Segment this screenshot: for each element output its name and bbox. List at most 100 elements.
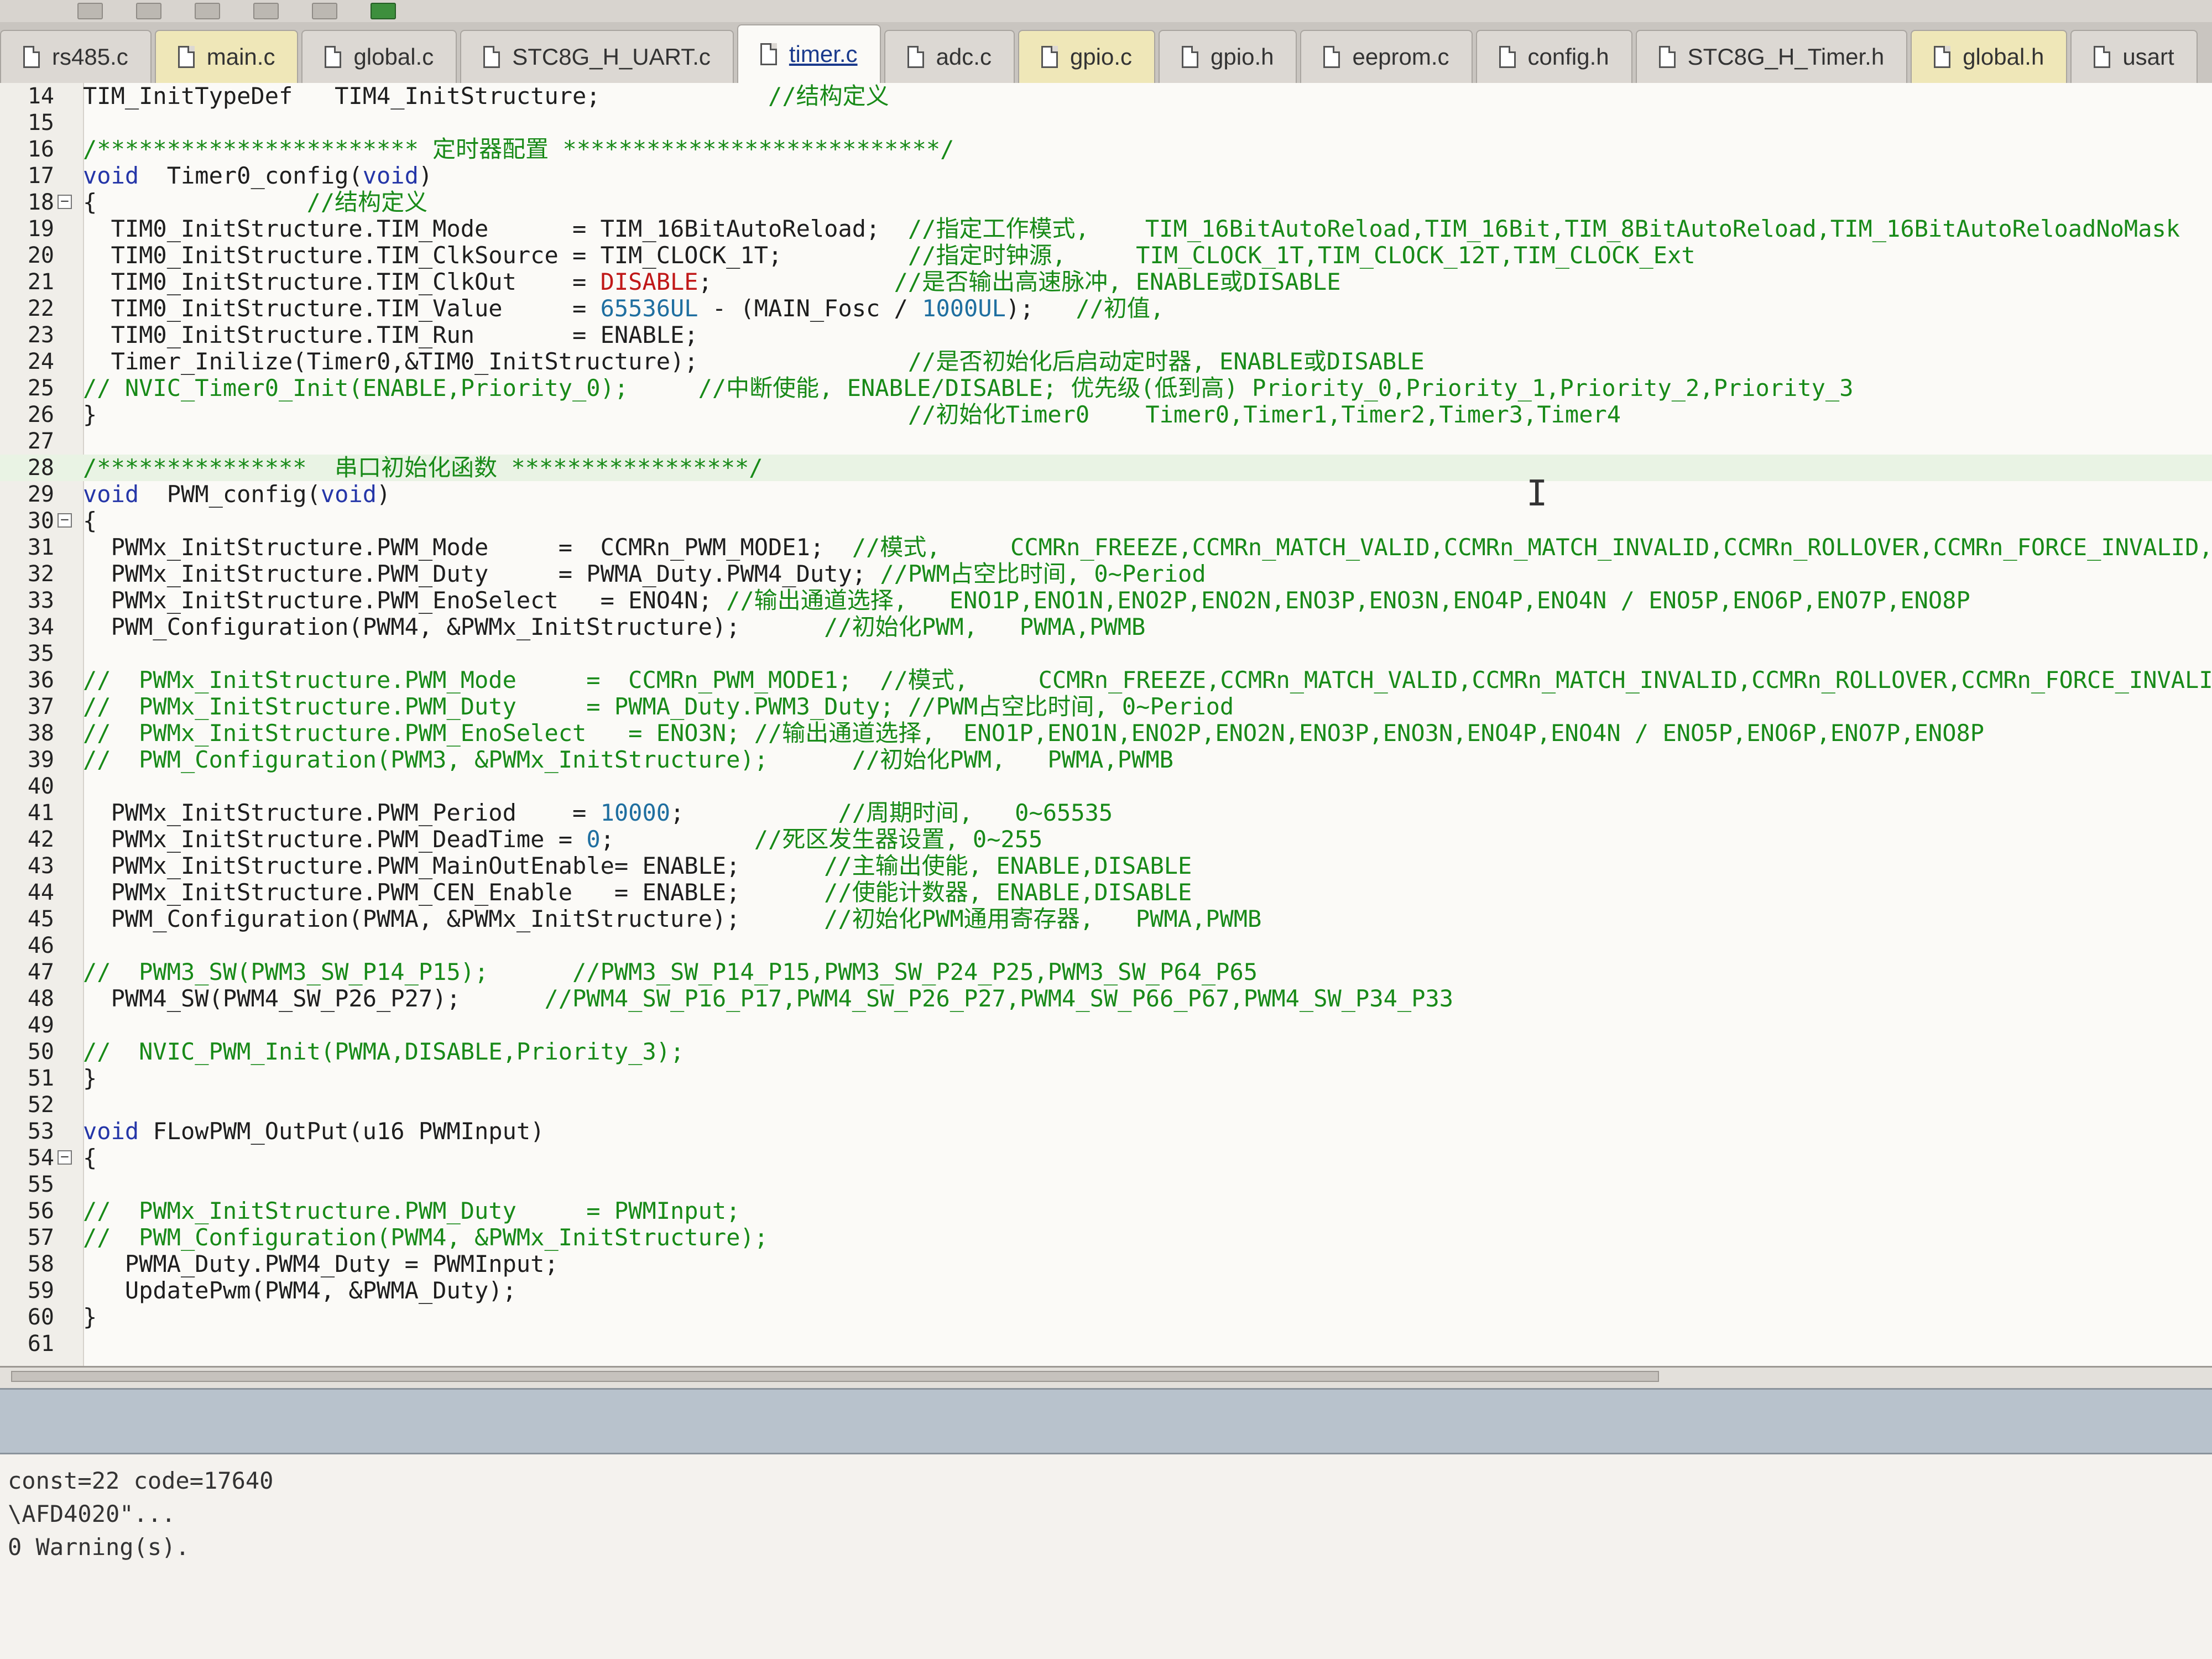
code-line[interactable]: 29 void PWM_config(void) [0, 481, 2212, 508]
code-line[interactable]: 53 void FLowPWM_OutPut(u16 PWMInput) [0, 1118, 2212, 1145]
toolbar-button-icon[interactable] [312, 3, 337, 19]
code-line[interactable]: 41 PWMx_InitStructure.PWM_Period = 10000… [0, 800, 2212, 826]
code-line[interactable]: 44 PWMx_InitStructure.PWM_CEN_Enable = E… [0, 879, 2212, 906]
code-token: ); [1005, 295, 1076, 322]
code-line[interactable]: 40 [0, 773, 2212, 800]
code-line[interactable]: 51} [0, 1065, 2212, 1092]
build-icon[interactable] [371, 3, 396, 19]
fold-toggle-icon[interactable]: − [58, 194, 72, 209]
tab-file[interactable]: eeprom.c [1300, 30, 1473, 83]
code-token: //指定工作模式, TIM_16BitAutoReload,TIM_16Bit,… [907, 215, 2180, 242]
code-line[interactable]: 28 /*************** 串口初始化函数 *************… [0, 455, 2212, 481]
code-line[interactable]: 50 // NVIC_PWM_Init(PWMA,DISABLE,Priority… [0, 1039, 2212, 1065]
code-text: { [83, 508, 97, 534]
code-line[interactable]: 45 PWM_Configuration(PWMA, &PWMx_InitStr… [0, 906, 2212, 932]
toolbar-button-icon[interactable] [195, 3, 220, 19]
tab-file[interactable]: main.c [154, 30, 299, 83]
code-token: void [362, 162, 419, 189]
code-line[interactable]: 54−{ [0, 1145, 2212, 1171]
fold-toggle-icon[interactable]: − [58, 1150, 72, 1165]
line-number: 29 [27, 482, 54, 507]
line-number: 40 [27, 774, 54, 799]
code-token: void [83, 481, 139, 508]
code-line[interactable]: 52 [0, 1092, 2212, 1118]
code-line[interactable]: 38 // PWMx_InitStructure.PWM_EnoSelect = … [0, 720, 2212, 747]
tab-file[interactable]: timer.c [737, 24, 881, 83]
code-line[interactable]: 31 PWMx_InitStructure.PWM_Mode = CCMRn_P… [0, 534, 2212, 561]
code-text: PWM_Configuration(PWM4, &PWMx_InitStruct… [83, 613, 1146, 640]
code-line[interactable]: 56 // PWMx_InitStructure.PWM_Duty = PWMIn… [0, 1198, 2212, 1224]
line-number: 56 [27, 1198, 54, 1224]
tab-file[interactable]: gpio.c [1018, 30, 1156, 83]
tab-file[interactable]: config.h [1475, 30, 1632, 83]
code-line[interactable]: 58 PWMA_Duty.PWM4_Duty = PWMInput; [0, 1251, 2212, 1277]
tab-file[interactable]: rs485.c [0, 30, 152, 83]
code-line[interactable]: 55 [0, 1171, 2212, 1198]
code-line[interactable]: 25 // NVIC_Timer0_Init(ENABLE,Priority_0)… [0, 375, 2212, 401]
code-line[interactable]: 17 void Timer0_config(void) [0, 163, 2212, 189]
tab-file[interactable]: usart [2070, 30, 2198, 83]
code-line[interactable]: 35 [0, 640, 2212, 667]
code-line[interactable]: 34 PWM_Configuration(PWM4, &PWMx_InitStr… [0, 614, 2212, 640]
code-line[interactable]: 18−{ //结构定义 [0, 189, 2212, 216]
code-token: //输出通道选择, ENO1P,ENO1N,ENO2P,ENO2N,ENO3P,… [726, 587, 1970, 614]
code-line[interactable]: 15 [0, 109, 2212, 136]
tab-file[interactable]: adc.c [884, 30, 1015, 83]
code-line[interactable]: 46 [0, 932, 2212, 959]
toolbar-button-icon[interactable] [77, 3, 103, 19]
code-line[interactable]: 59 UpdatePwm(PWM4, &PWMA_Duty); [0, 1277, 2212, 1304]
code-token: PWM_config( [139, 481, 321, 508]
code-token: void [83, 162, 139, 189]
tab-file[interactable]: STC8G_H_Timer.h [1635, 30, 1908, 83]
code-line[interactable]: 23 TIM0_InitStructure.TIM_Run = ENABLE; [0, 322, 2212, 348]
scrollbar-thumb[interactable] [11, 1371, 1659, 1382]
line-number: 58 [27, 1251, 54, 1277]
code-line[interactable]: 37 // PWMx_InitStructure.PWM_Duty = PWMA_… [0, 693, 2212, 720]
tab-file[interactable]: STC8G_H_UART.c [460, 30, 734, 83]
code-token: void [320, 481, 377, 508]
code-line[interactable]: 33 PWMx_InitStructure.PWM_EnoSelect = EN… [0, 587, 2212, 614]
code-line[interactable]: 22 TIM0_InitStructure.TIM_Value = 65536U… [0, 295, 2212, 322]
fold-toggle-icon[interactable]: − [58, 513, 72, 528]
code-line[interactable]: 61 [0, 1331, 2212, 1357]
toolbar-button-icon[interactable] [253, 3, 279, 19]
code-line[interactable]: 26} //初始化Timer0 Timer0,Timer1,Timer2,Tim… [0, 401, 2212, 428]
code-line[interactable]: 49 [0, 1012, 2212, 1039]
code-token: //初始化PWM, PWMA,PWMB [824, 613, 1146, 640]
code-token: UpdatePwm(PWM4, &PWMA_Duty); [83, 1277, 517, 1304]
code-line[interactable]: 57 // PWM_Configuration(PWM4, &PWMx_InitS… [0, 1224, 2212, 1251]
code-line[interactable]: 21 TIM0_InitStructure.TIM_ClkOut = DISAB… [0, 269, 2212, 295]
file-icon [1658, 46, 1676, 68]
code-line[interactable]: 32 PWMx_InitStructure.PWM_Duty = PWMA_Du… [0, 561, 2212, 587]
code-line[interactable]: 27 [0, 428, 2212, 455]
line-number: 42 [27, 827, 54, 852]
line-number: 33 [27, 588, 54, 613]
code-line[interactable]: 16 /*********************** 定时器配置 *******… [0, 136, 2212, 163]
code-line[interactable]: 39 // PWM_Configuration(PWM3, &PWMx_InitS… [0, 747, 2212, 773]
horizontal-scrollbar[interactable] [0, 1366, 2212, 1388]
code-line[interactable]: 20 TIM0_InitStructure.TIM_ClkSource = TI… [0, 242, 2212, 269]
file-icon [760, 43, 777, 65]
panel-splitter[interactable] [0, 1388, 2212, 1454]
code-line[interactable]: 43 PWMx_InitStructure.PWM_MainOutEnable=… [0, 853, 2212, 879]
code-text: PWMA_Duty.PWM4_Duty = PWMInput; [83, 1251, 559, 1277]
line-number: 45 [27, 906, 54, 932]
code-line[interactable]: 60} [0, 1304, 2212, 1331]
code-line[interactable]: 24 Timer_Inilize(Timer0,&TIM0_InitStruct… [0, 348, 2212, 375]
code-line[interactable]: 47 // PWM3_SW(PWM3_SW_P14_P15); //PWM3_SW… [0, 959, 2212, 985]
code-line[interactable]: 42 PWMx_InitStructure.PWM_DeadTime = 0; … [0, 826, 2212, 853]
code-line[interactable]: 14 TIM_InitTypeDef TIM4_InitStructure; //… [0, 83, 2212, 109]
code-line[interactable]: 30−{ [0, 508, 2212, 534]
code-line[interactable]: 36 // PWMx_InitStructure.PWM_Mode = CCMRn… [0, 667, 2212, 693]
code-token: } [83, 1303, 97, 1331]
line-number: 46 [27, 933, 54, 958]
code-line[interactable]: 48 PWM4_SW(PWM4_SW_P26_P27); //PWM4_SW_P… [0, 985, 2212, 1012]
tab-file[interactable]: global.h [1911, 30, 2068, 83]
toolbar-button-icon[interactable] [136, 3, 161, 19]
code-line[interactable]: 19 TIM0_InitStructure.TIM_Mode = TIM_16B… [0, 216, 2212, 242]
file-icon [2094, 46, 2111, 68]
tab-file[interactable]: global.c [301, 30, 457, 83]
code-token: //主输出使能, ENABLE,DISABLE [824, 852, 1192, 879]
code-editor[interactable]: 14 TIM_InitTypeDef TIM4_InitStructure; //… [0, 83, 2212, 1366]
tab-file[interactable]: gpio.h [1159, 30, 1297, 83]
